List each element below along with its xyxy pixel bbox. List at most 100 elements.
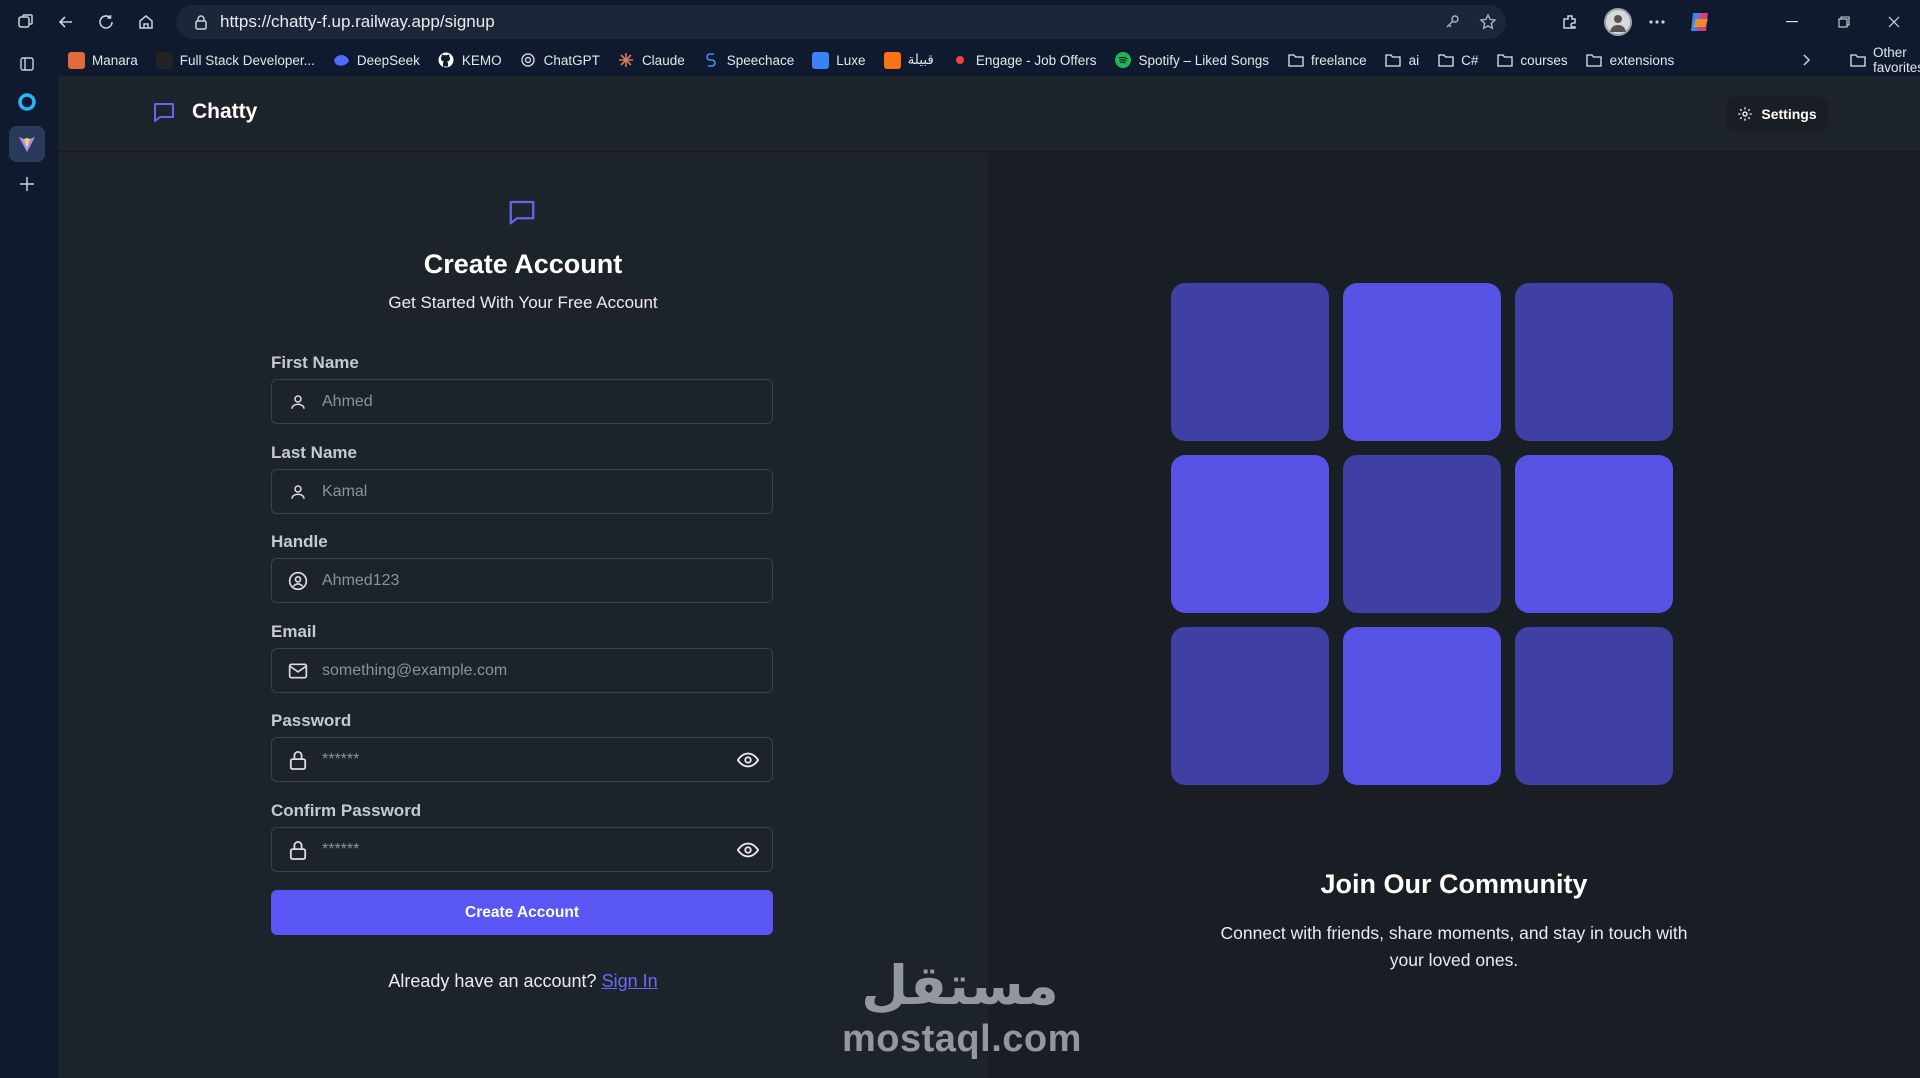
bookmark-item[interactable]: ai [1385, 52, 1419, 69]
folder-icon [1287, 52, 1304, 69]
user-icon [272, 393, 322, 411]
browser-title-bar: https://chatty-f.up.railway.app/signup [0, 0, 1920, 44]
add-icon[interactable] [9, 166, 45, 202]
bookmark-item[interactable]: Manara [68, 51, 138, 69]
manara-icon [68, 51, 85, 69]
community-text: Connect with friends, share moments, and… [1220, 923, 1688, 970]
r-icon [155, 51, 173, 69]
email-input[interactable] [322, 649, 772, 692]
last-name-input[interactable] [322, 470, 772, 513]
bookmark-label: freelance [1311, 52, 1367, 68]
watermark: مستقل mostaql.com [842, 954, 1081, 1060]
form-title: Create Account [423, 249, 623, 279]
watermark-arabic: مستقل [861, 954, 1059, 1017]
pattern-tile [1515, 455, 1673, 613]
pattern-tile [1343, 283, 1501, 441]
url-text[interactable]: https://chatty-f.up.railway.app/signup [220, 12, 1434, 32]
first-name-input[interactable] [322, 380, 772, 423]
lock-icon[interactable] [188, 14, 214, 30]
last-name-field[interactable] [271, 469, 773, 514]
form-subtitle: Get Started With Your Free Account [388, 293, 658, 312]
bookmark-item[interactable]: freelance [1287, 52, 1367, 69]
bookmark-label: Speechace [726, 52, 795, 68]
profile-avatar[interactable] [1604, 8, 1632, 36]
app-viewport: Chatty Settings Create Account Get Start… [58, 76, 1920, 1078]
pattern-tile [1171, 627, 1329, 785]
email-field[interactable] [271, 648, 773, 693]
address-bar[interactable]: https://chatty-f.up.railway.app/signup [176, 5, 1506, 39]
bookmark-item[interactable]: extensions [1586, 52, 1674, 69]
tab-actions-icon[interactable] [9, 46, 45, 82]
pattern-tile [1515, 283, 1673, 441]
chat-bubble-icon [152, 100, 176, 124]
more-options-icon[interactable] [1637, 0, 1677, 44]
bookmark-label: Spotify – Liked Songs [1138, 52, 1270, 68]
password-input[interactable] [322, 738, 724, 781]
bookmark-item[interactable]: ChatGPT [520, 52, 600, 69]
bookmark-item[interactable]: Claude [618, 52, 685, 69]
password-field[interactable] [271, 737, 773, 782]
bookmark-item[interactable]: قبيلة [883, 51, 934, 69]
extensions-icon[interactable] [1550, 0, 1590, 44]
folder-icon [1496, 52, 1513, 69]
pattern-tile [1343, 627, 1501, 785]
handle-input[interactable] [322, 559, 772, 602]
lock-icon [272, 840, 322, 860]
qabila-icon [883, 51, 901, 69]
bookmark-item[interactable]: DeepSeek [333, 52, 420, 69]
bookmark-item[interactable]: Full Stack Developer... [155, 51, 315, 69]
confirm-password-field[interactable] [271, 827, 773, 872]
luxe-icon [812, 51, 830, 69]
bookmark-label: DeepSeek [356, 52, 420, 68]
bookmark-item[interactable]: courses [1496, 52, 1568, 69]
bookmark-item[interactable]: C# [1437, 52, 1478, 69]
restore-icon[interactable] [1818, 0, 1870, 44]
star-icon[interactable] [1470, 13, 1506, 31]
home-icon[interactable] [126, 0, 166, 44]
pattern-tile [1171, 455, 1329, 613]
bookmark-item[interactable]: Engage - Job Offers [952, 52, 1096, 69]
folder-icon [1437, 52, 1454, 69]
copilot-icon[interactable] [1680, 0, 1720, 44]
bookmark-item[interactable]: KEMO [438, 52, 502, 69]
confirm-password-input[interactable] [322, 828, 724, 871]
app-icon-circle[interactable] [9, 84, 45, 120]
github-icon [438, 52, 455, 69]
sign-in-link[interactable]: Sign In [602, 971, 658, 991]
first-name-field[interactable] [271, 379, 773, 424]
close-icon[interactable] [1868, 0, 1920, 44]
bookmark-item[interactable]: Luxe [812, 51, 866, 69]
workspaces-icon[interactable] [6, 0, 46, 44]
folder-icon [1586, 52, 1603, 69]
handle-field[interactable] [271, 558, 773, 603]
signup-panel: Create Account Get Started With Your Fre… [58, 153, 988, 1078]
chat-bubble-icon [507, 197, 537, 227]
eye-icon[interactable] [724, 752, 772, 768]
bookmark-other-favorites[interactable]: Other favorites [1850, 44, 1920, 76]
claude-icon [618, 52, 635, 69]
bookmark-item[interactable]: Spotify – Liked Songs [1114, 52, 1269, 69]
first-name-label: First Name [271, 353, 359, 372]
refresh-icon[interactable] [86, 0, 126, 44]
bookmark-label: Luxe [836, 52, 866, 68]
email-label: Email [271, 622, 317, 641]
settings-label: Settings [1761, 106, 1817, 122]
spotify-icon [1114, 52, 1131, 69]
sidebar-rail [0, 44, 58, 1078]
minimize-icon[interactable] [1766, 0, 1818, 44]
back-icon[interactable] [46, 0, 86, 44]
create-account-button[interactable]: Create Account [271, 890, 773, 935]
key-icon[interactable] [1434, 14, 1470, 30]
chevron-right-icon[interactable] [1794, 44, 1818, 76]
password-label: Password [271, 711, 352, 730]
settings-button[interactable]: Settings [1726, 97, 1828, 131]
bookmark-item[interactable]: Speechace [703, 52, 795, 69]
deepseek-icon [333, 52, 350, 69]
brand[interactable]: Chatty [152, 100, 257, 124]
folder-icon [1850, 53, 1866, 67]
folder-icon [1385, 52, 1402, 69]
eye-icon[interactable] [724, 842, 772, 858]
community-panel: Join Our Community Connect with friends,… [988, 153, 1920, 1078]
chatgpt-icon [520, 52, 537, 69]
vite-tab-icon[interactable] [9, 126, 45, 162]
